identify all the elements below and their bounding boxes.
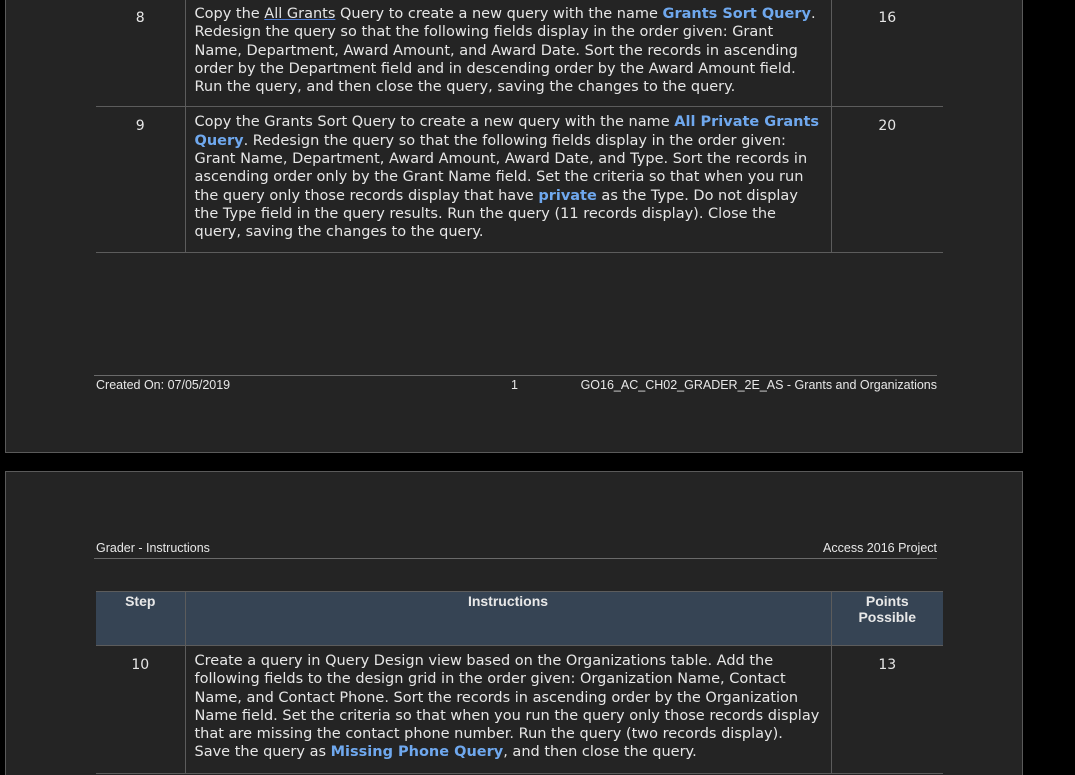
- steps-table-page-2: Step Instructions Points Possible 10 Cre…: [96, 591, 943, 774]
- column-header-step: Step: [96, 591, 185, 646]
- step-points: 20: [830, 106, 943, 253]
- table-row: 10 Create a query in Query Design view b…: [96, 645, 943, 774]
- step-points: 16: [830, 0, 943, 108]
- points-header-line1: Points: [865, 593, 909, 609]
- highlighted-term: Grants Sort Query: [662, 6, 811, 22]
- header-right-title: Access 2016 Project: [823, 541, 937, 555]
- header-left-title: Grader - Instructions: [96, 541, 210, 555]
- footer-document-name: GO16_AC_CH02_GRADER_2E_AS - Grants and O…: [580, 378, 937, 392]
- document-page-2: Grader - Instructions Access 2016 Projec…: [5, 471, 1023, 775]
- footer-created-date: Created On: 07/05/2019: [96, 378, 231, 392]
- steps-table-page-1: 8 Copy the All Grants Query to create a …: [96, 0, 943, 253]
- highlighted-term: private: [538, 187, 597, 204]
- points-header-line2: Possible: [858, 609, 917, 625]
- table-header-row: Step Instructions Points Possible: [96, 591, 943, 646]
- table-row: 8 Copy the All Grants Query to create a …: [96, 0, 943, 108]
- page-footer: Created On: 07/05/2019 1 GO16_AC_CH02_GR…: [94, 375, 937, 396]
- column-header-instructions: Instructions: [184, 591, 831, 646]
- step-number: 9: [96, 106, 185, 253]
- step-points: 13: [830, 645, 943, 774]
- step-instructions: Create a query in Query Design view base…: [184, 645, 831, 774]
- column-header-points: Points Possible: [830, 591, 943, 646]
- footer-page-number: 1: [511, 378, 518, 392]
- instruction-text: Copy the: [194, 6, 265, 22]
- instruction-text: All Grants: [264, 6, 336, 22]
- instruction-text: Copy the Grants Sort Query to create a n…: [194, 114, 675, 131]
- page-header: Grader - Instructions Access 2016 Projec…: [94, 540, 937, 559]
- step-number: 8: [96, 0, 185, 108]
- document-viewer[interactable]: 8 Copy the All Grants Query to create a …: [0, 0, 1075, 775]
- document-page-1: 8 Copy the All Grants Query to create a …: [5, 0, 1023, 453]
- instruction-text: Query to create a new query with the nam…: [335, 6, 663, 22]
- step-number: 10: [96, 645, 185, 774]
- step-instructions: Copy the All Grants Query to create a ne…: [184, 0, 831, 108]
- instruction-text: , and then close the query.: [503, 744, 697, 761]
- step-instructions: Copy the Grants Sort Query to create a n…: [184, 106, 831, 253]
- highlighted-term: Missing Phone Query: [330, 744, 504, 761]
- table-row: 9 Copy the Grants Sort Query to create a…: [96, 106, 943, 253]
